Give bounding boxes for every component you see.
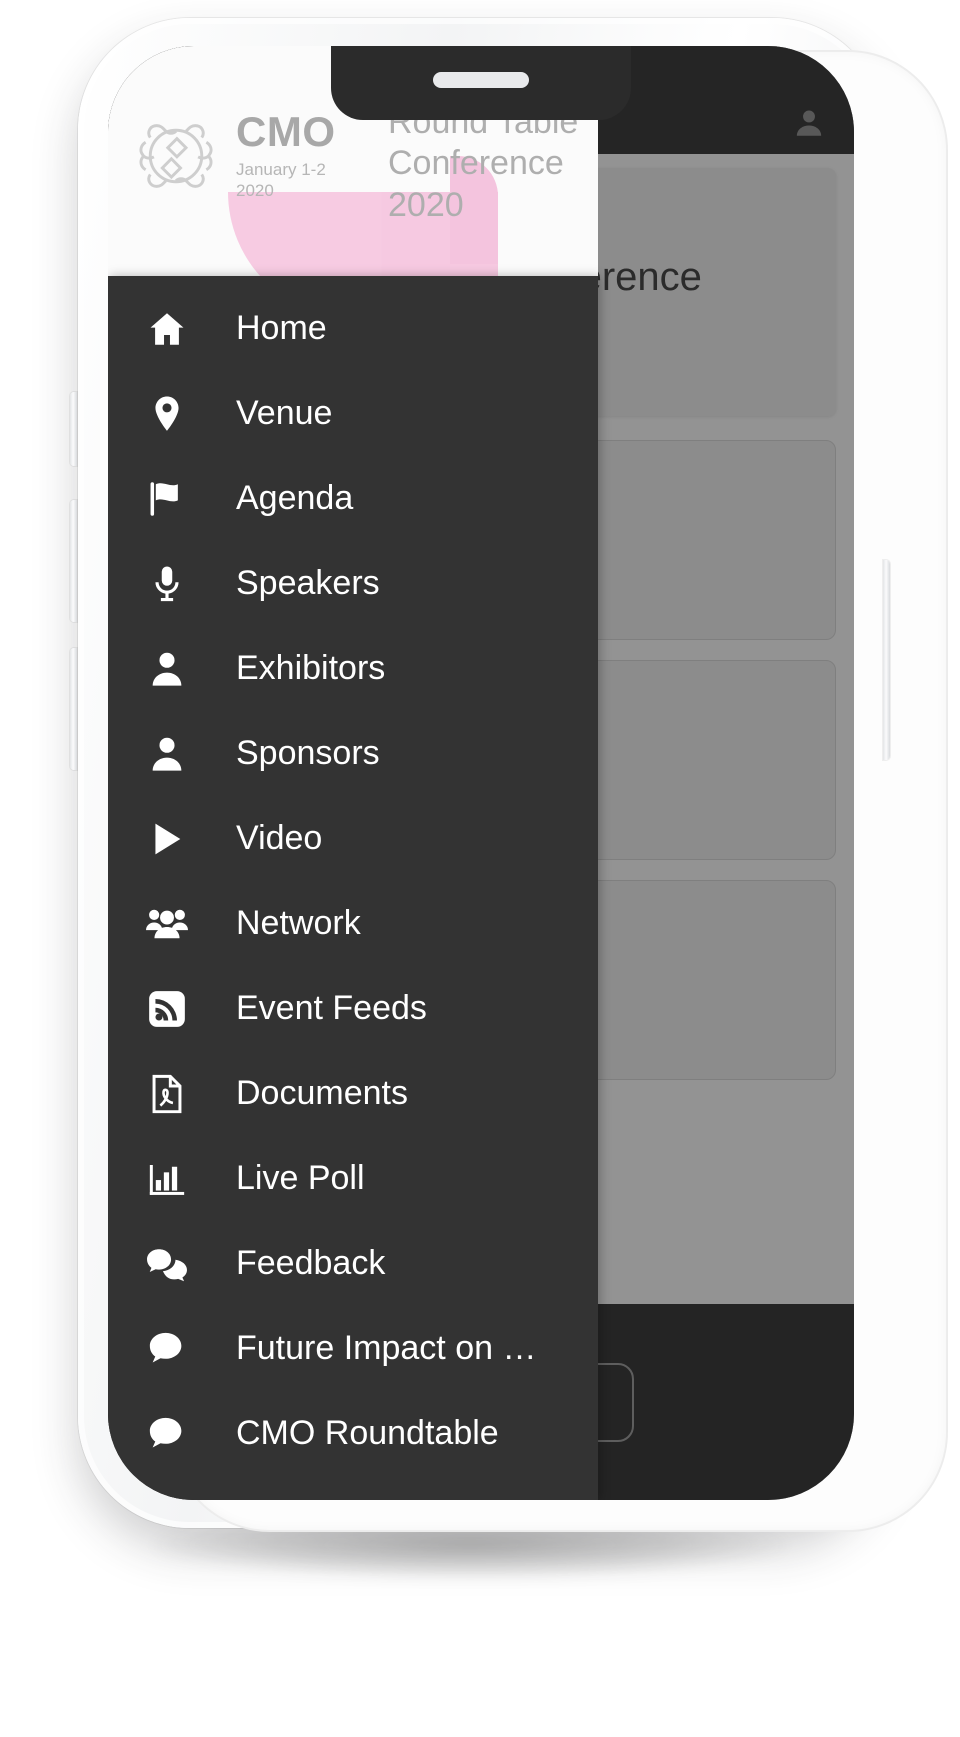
device-notch — [331, 46, 631, 120]
drawer-item-label: Speakers — [236, 564, 380, 602]
hardware-button-power[interactable] — [883, 560, 890, 760]
brand-text-block: CMO January 1-2 2020 — [236, 107, 336, 201]
drawer-item-label: Agenda — [236, 479, 354, 517]
home-icon — [138, 308, 196, 350]
drawer-item-label: Video — [236, 819, 323, 857]
drawer-item-label: Event Feeds — [236, 989, 427, 1027]
people-group-icon — [138, 902, 196, 946]
drawer-item-label: Network — [236, 904, 361, 942]
chat-bubbles-icon — [138, 1242, 196, 1286]
play-icon — [138, 818, 196, 860]
drawer-item-event-feeds[interactable]: Event Feeds — [108, 966, 598, 1051]
drawer-item-documents[interactable]: Documents — [108, 1051, 598, 1136]
earpiece-speaker — [433, 72, 529, 88]
drawer-item-feedback[interactable]: Feedback — [108, 1221, 598, 1306]
drawer-item-venue[interactable]: Venue — [108, 371, 598, 456]
person-icon — [138, 648, 196, 690]
drawer-item-label: CMO Roundtable — [236, 1414, 499, 1452]
person-icon — [138, 733, 196, 775]
drawer-item-label: Sponsors — [236, 734, 380, 772]
pdf-document-icon — [138, 1073, 196, 1115]
rss-icon — [138, 988, 196, 1030]
bar-chart-icon — [138, 1158, 196, 1200]
drawer-item-label: Exhibitors — [236, 649, 386, 687]
hardware-button-volume-up[interactable] — [70, 500, 77, 622]
drawer-item-label: Live Poll — [236, 1159, 365, 1197]
navigation-drawer: Home Venue Agenda Speakers Exhibitors Sp… — [108, 276, 598, 1500]
chat-bubble-icon — [138, 1413, 196, 1455]
hardware-button-volume-down[interactable] — [70, 648, 77, 770]
drawer-item-label: Feedback — [236, 1244, 386, 1282]
drawer-item-video[interactable]: Video — [108, 796, 598, 881]
drawer-item-speakers[interactable]: Speakers — [108, 541, 598, 626]
drawer-item-future-impact[interactable]: Future Impact on … — [108, 1306, 598, 1391]
drawer-item-network[interactable]: Network — [108, 881, 598, 966]
microphone-icon — [138, 563, 196, 605]
drawer-item-live-poll[interactable]: Live Poll — [108, 1136, 598, 1221]
drawer-item-label: Documents — [236, 1074, 408, 1112]
flag-icon — [138, 478, 196, 520]
drawer-item-agenda[interactable]: Agenda — [108, 456, 598, 541]
chat-bubble-icon — [138, 1328, 196, 1370]
brand-dates: January 1-2 2020 — [236, 159, 326, 200]
phone-screen: Round Table Conference Speakers — [108, 46, 854, 1500]
screenshot-stage: Round Table Conference Speakers — [0, 0, 960, 1737]
map-pin-icon — [138, 393, 196, 435]
brand-block: CMO January 1-2 2020 — [130, 110, 336, 202]
drawer-item-label: Future Impact on … — [236, 1329, 537, 1367]
drawer-item-sponsors[interactable]: Sponsors — [108, 711, 598, 796]
brand-name: CMO — [236, 107, 336, 155]
drawer-item-home[interactable]: Home — [108, 286, 598, 371]
drawer-item-cmo-roundtable[interactable]: CMO Roundtable — [108, 1391, 598, 1476]
drawer-item-label: Home — [236, 309, 327, 347]
drawer-item-exhibitors[interactable]: Exhibitors — [108, 626, 598, 711]
drawer-item-label: Venue — [236, 394, 333, 432]
hardware-button-mute[interactable] — [70, 392, 77, 466]
event-title: Round Table Conference 2020 — [388, 103, 579, 224]
cmo-circle-hands-logo-icon — [130, 110, 222, 202]
